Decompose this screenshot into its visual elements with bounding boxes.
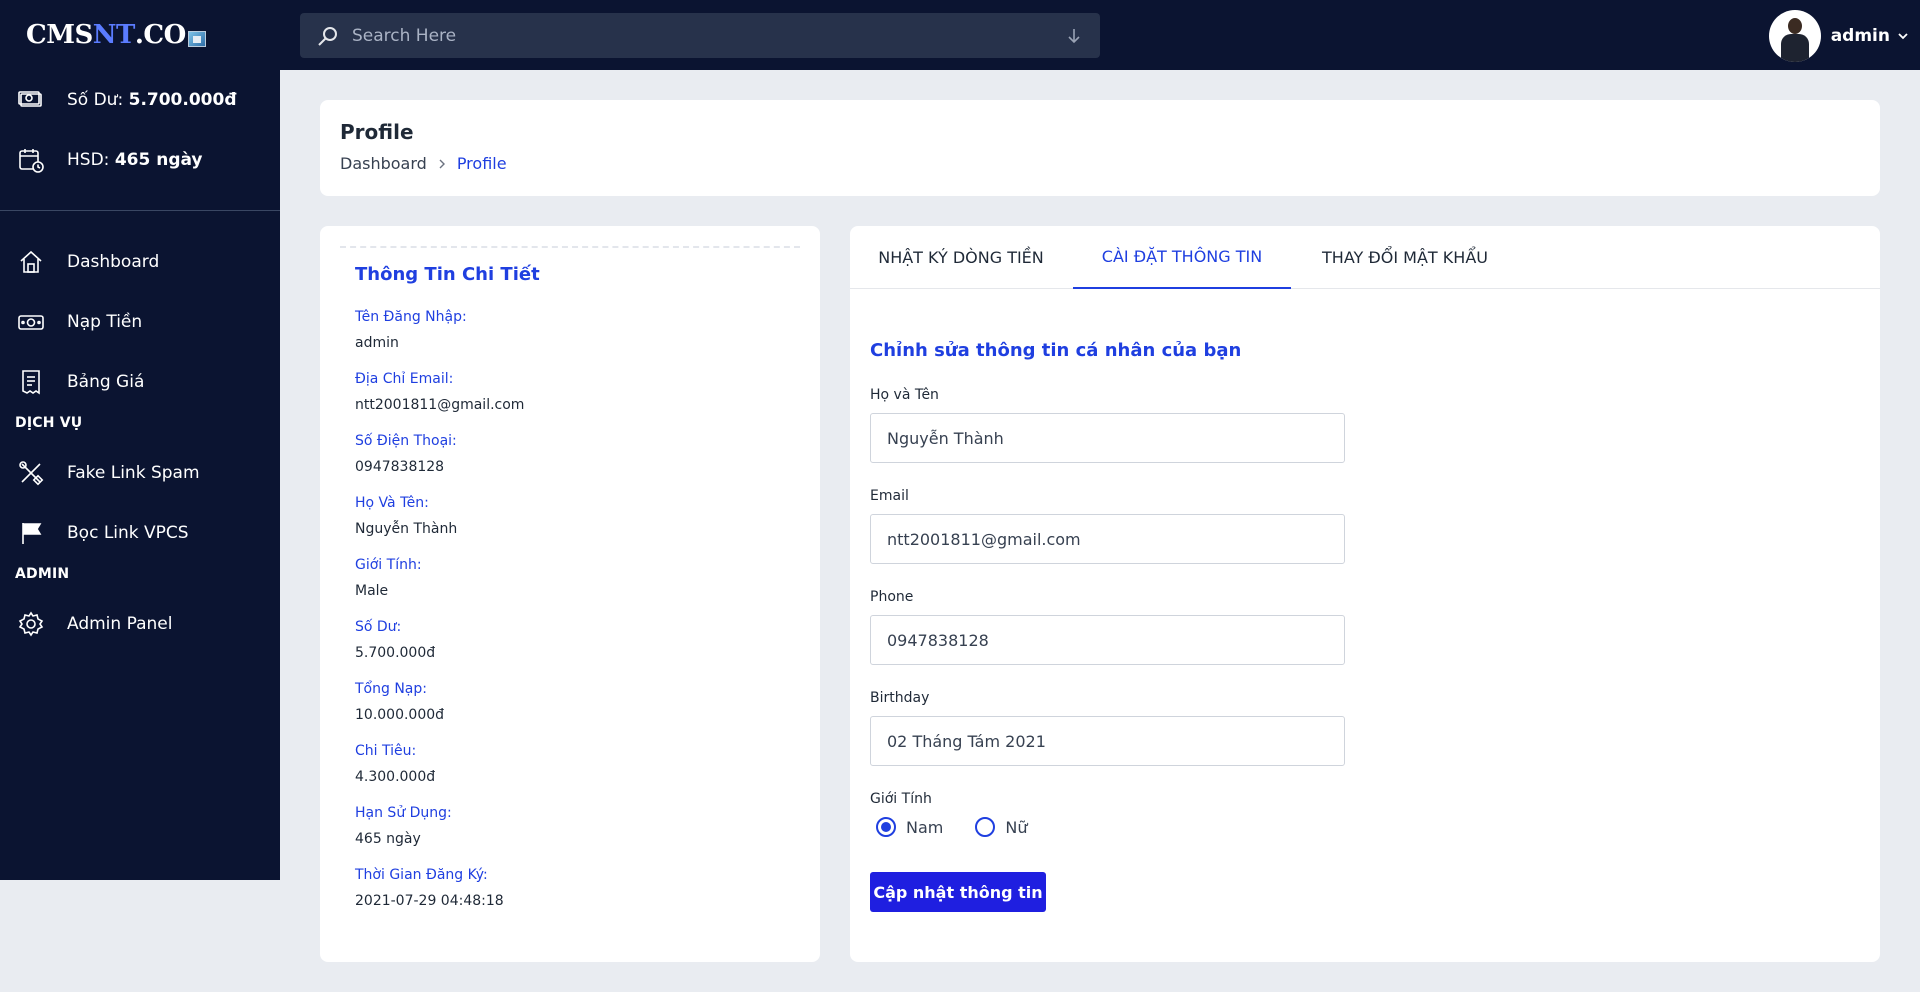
detail-value-phone: 0947838128 — [355, 459, 445, 475]
detail-value-spending: 4.300.000đ — [355, 769, 436, 785]
sidebar-item-label: Bọc Link VPCS — [67, 523, 189, 543]
detail-label-username: Tên Đăng Nhập: — [355, 309, 467, 325]
money-icon — [18, 315, 44, 330]
user-name[interactable]: admin — [1831, 26, 1890, 46]
breadcrumb-dashboard[interactable]: Dashboard — [340, 154, 427, 173]
receipt-icon — [22, 370, 40, 395]
dashed-divider — [340, 246, 800, 248]
detail-value-email: ntt2001811@gmail.com — [355, 397, 525, 413]
fullname-field[interactable] — [870, 413, 1345, 463]
balance-value: 5.700.000đ — [128, 90, 237, 110]
search-icon — [318, 26, 337, 46]
arrow-down-icon[interactable] — [1064, 26, 1084, 46]
detail-title: Thông Tin Chi Tiết — [355, 264, 540, 285]
detail-value-registered: 2021-07-29 04:48:18 — [355, 893, 504, 909]
sidebar-item-label: Dashboard — [67, 252, 160, 272]
section-heading-admin: ADMIN — [15, 566, 70, 582]
sidebar: Số Dư: 5.700.000đ HSD: 465 ngày Dashboar… — [0, 70, 280, 880]
fullname-label: Họ và Tên — [870, 387, 939, 403]
sidebar-item-boc-link-vpcs[interactable]: Bọc Link VPCS — [0, 513, 280, 553]
tab-cash-flow-log[interactable]: NHẬT KÝ DÒNG TIỀN — [865, 226, 1057, 289]
sidebar-item-label: Bảng Giá — [67, 372, 145, 392]
sidebar-item-fake-link-spam[interactable]: Fake Link Spam — [0, 453, 280, 493]
detail-label-phone: Số Điện Thoại: — [355, 433, 457, 449]
money-icon — [18, 91, 42, 107]
sidebar-item-nap-tien[interactable]: Nạp Tiền — [0, 302, 280, 342]
detail-label-email: Địa Chỉ Email: — [355, 371, 454, 387]
detail-value-gender: Male — [355, 583, 389, 599]
calendar-clock-icon — [19, 149, 44, 173]
email-label: Email — [870, 488, 909, 504]
page-title: Profile — [340, 120, 414, 144]
page-header-card: Profile Dashboard Profile — [320, 100, 1880, 196]
gender-radio-female[interactable] — [975, 817, 996, 837]
balance-label: Số Dư: — [67, 90, 124, 110]
expiry-label: HSD: — [67, 150, 110, 170]
breadcrumb-profile: Profile — [456, 154, 507, 173]
gender-radio-male[interactable] — [876, 817, 896, 837]
update-info-button[interactable]: Cập nhật thông tin — [870, 872, 1046, 912]
avatar[interactable] — [1768, 10, 1821, 62]
sidebar-item-label: Fake Link Spam — [67, 463, 200, 483]
gender-option-female-label[interactable]: Nữ — [1005, 818, 1027, 837]
detail-label-expiry: Hạn Sử Dụng: — [355, 805, 452, 821]
logo-badge-icon — [187, 31, 206, 47]
email-field[interactable] — [870, 514, 1345, 564]
sidebar-item-label: Admin Panel — [67, 614, 173, 634]
section-heading-services: DỊCH VỤ — [15, 415, 83, 431]
logo-text-part1: CMS — [26, 20, 93, 50]
sidebar-item-label: Nạp Tiền — [67, 312, 143, 332]
sidebar-item-admin-panel[interactable]: Admin Panel — [0, 604, 280, 644]
form-title: Chỉnh sửa thông tin cá nhân của bạn — [870, 340, 1242, 361]
logo[interactable]: CMS NT .CO — [26, 18, 206, 52]
detail-value-balance: 5.700.000đ — [355, 645, 436, 661]
detail-value-fullname: Nguyễn Thành — [355, 521, 458, 537]
detail-label-fullname: Họ Và Tên: — [355, 495, 429, 511]
detail-value-expiry: 465 ngày — [355, 831, 421, 847]
search-bar — [300, 13, 1100, 58]
detail-label-gender: Giới Tính: — [355, 557, 422, 573]
search-input[interactable] — [340, 13, 1064, 58]
top-bar: CMSNT.CO admin — [0, 0, 1920, 70]
detail-label-spending: Chi Tiêu: — [355, 743, 417, 759]
tab-info-settings[interactable]: CÀI ĐẶT THÔNG TIN — [1073, 226, 1291, 289]
sidebar-item-bang-gia[interactable]: Bảng Giá — [0, 362, 280, 402]
profile-detail-card: Thông Tin Chi Tiết Tên Đăng Nhập: admin … — [320, 226, 820, 962]
birthday-label: Birthday — [870, 690, 930, 706]
chevron-down-icon[interactable] — [1896, 29, 1910, 43]
settings-card: NHẬT KÝ DÒNG TIỀN CÀI ĐẶT THÔNG TIN THAY… — [850, 226, 1880, 962]
detail-label-registered: Thời Gian Đăng Ký: — [355, 867, 488, 883]
gender-option-male-label[interactable]: Nam — [906, 818, 943, 837]
user-menu[interactable]: admin — [1768, 10, 1910, 62]
chevron-right-icon — [439, 159, 445, 168]
detail-label-total-deposit: Tổng Nạp: — [355, 681, 427, 697]
expiry-value: 465 ngày — [114, 150, 203, 170]
tools-icon — [19, 461, 44, 486]
sidebar-item-dashboard[interactable]: Dashboard — [0, 242, 280, 282]
detail-value-username: admin — [355, 335, 399, 351]
gender-radio-group: Nam Nữ — [870, 815, 1053, 839]
tab-bar: NHẬT KÝ DÒNG TIỀN CÀI ĐẶT THÔNG TIN THAY… — [850, 226, 1880, 289]
logo-text-part2: NT — [92, 20, 136, 50]
tab-change-password[interactable]: THAY ĐỔI MẬT KHẨU — [1305, 226, 1505, 289]
detail-label-balance: Số Dư: — [355, 619, 402, 635]
logo-text-part3: .CO — [134, 20, 186, 50]
birthday-field[interactable] — [870, 716, 1345, 766]
home-icon — [20, 250, 42, 273]
breadcrumb: Dashboard Profile — [340, 154, 507, 173]
phone-field[interactable] — [870, 615, 1345, 665]
gender-label: Giới Tính — [870, 791, 932, 807]
flag-icon — [22, 523, 42, 544]
sidebar-divider — [0, 210, 280, 211]
gear-icon — [18, 611, 44, 637]
detail-value-total-deposit: 10.000.000đ — [355, 707, 445, 723]
phone-label: Phone — [870, 589, 914, 605]
